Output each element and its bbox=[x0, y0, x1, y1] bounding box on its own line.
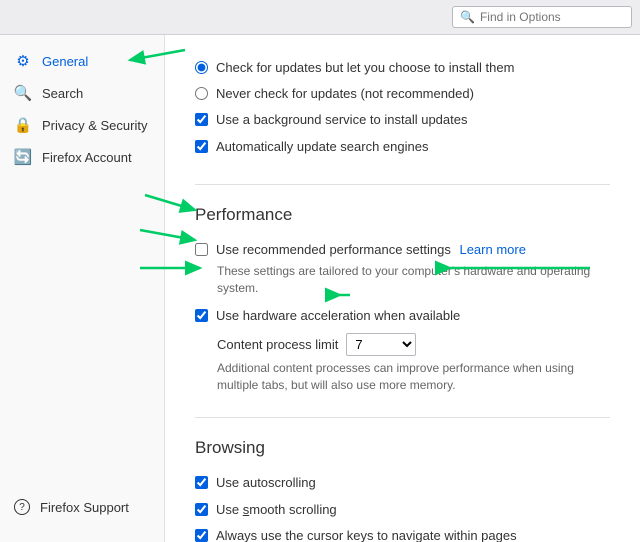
sidebar-item-support-label: Firefox Support bbox=[40, 500, 129, 515]
option-row-cursor-keys: Always use the cursor keys to navigate w… bbox=[195, 523, 610, 542]
option-row-smooth-scroll: Use smooth scrolling bbox=[195, 497, 610, 523]
sidebar-item-privacy[interactable]: 🔒 Privacy & Security bbox=[0, 109, 164, 141]
performance-section-title: Performance bbox=[195, 205, 610, 225]
option-row-update-never: Never check for updates (not recommended… bbox=[195, 81, 610, 107]
autoscroll-checkbox[interactable] bbox=[195, 476, 208, 489]
account-icon: 🔄 bbox=[14, 148, 32, 166]
smooth-scroll-checkbox[interactable] bbox=[195, 503, 208, 516]
update-background-checkbox[interactable] bbox=[195, 113, 208, 126]
update-never-label: Never check for updates (not recommended… bbox=[216, 85, 474, 103]
updates-section: Check for updates but let you choose to … bbox=[195, 55, 610, 160]
recommended-desc: These settings are tailored to your comp… bbox=[217, 263, 610, 297]
find-in-options-input[interactable] bbox=[480, 10, 624, 24]
hardware-accel-label: Use hardware acceleration when available bbox=[216, 307, 460, 325]
cursor-keys-checkbox[interactable] bbox=[195, 529, 208, 542]
lock-icon: 🔒 bbox=[14, 116, 32, 134]
divider-browsing bbox=[195, 417, 610, 418]
content-area: Check for updates but let you choose to … bbox=[165, 35, 640, 542]
recommended-settings-label: Use recommended performance settings Lea… bbox=[216, 241, 526, 259]
update-search-label: Automatically update search engines bbox=[216, 138, 428, 156]
sidebar-item-general[interactable]: ⚙ General bbox=[0, 45, 164, 77]
sidebar-item-general-label: General bbox=[42, 54, 88, 69]
sidebar-item-support[interactable]: ? Firefox Support bbox=[0, 492, 164, 522]
option-row-update-check: Check for updates but let you choose to … bbox=[195, 55, 610, 81]
update-check-radio[interactable] bbox=[195, 61, 208, 74]
gear-icon: ⚙ bbox=[14, 52, 32, 70]
browsing-section-title: Browsing bbox=[195, 438, 610, 458]
sidebar-item-account-label: Firefox Account bbox=[42, 150, 132, 165]
option-row-update-background: Use a background service to install upda… bbox=[195, 107, 610, 133]
support-icon: ? bbox=[14, 499, 30, 515]
sidebar: ⚙ General 🔍 Search 🔒 Privacy & Security … bbox=[0, 35, 165, 542]
sidebar-item-privacy-label: Privacy & Security bbox=[42, 118, 147, 133]
option-row-recommended: Use recommended performance settings Lea… bbox=[195, 237, 610, 263]
option-row-update-search: Automatically update search engines bbox=[195, 134, 610, 160]
update-background-label: Use a background service to install upda… bbox=[216, 111, 467, 129]
smooth-scroll-label: Use smooth scrolling bbox=[216, 501, 337, 519]
main-layout: ⚙ General 🔍 Search 🔒 Privacy & Security … bbox=[0, 35, 640, 542]
sidebar-item-search-label: Search bbox=[42, 86, 83, 101]
divider-performance bbox=[195, 184, 610, 185]
process-limit-row: Content process limit 1 2 3 4 5 6 7 8 bbox=[217, 333, 610, 356]
performance-section: Performance Use recommended performance … bbox=[195, 205, 610, 394]
update-check-label: Check for updates but let you choose to … bbox=[216, 59, 514, 77]
process-limit-label: Content process limit bbox=[217, 337, 338, 352]
option-row-hardware-accel: Use hardware acceleration when available bbox=[195, 303, 610, 329]
top-bar: 🔍 bbox=[0, 0, 640, 35]
sidebar-item-account[interactable]: 🔄 Firefox Account bbox=[0, 141, 164, 173]
recommended-settings-checkbox[interactable] bbox=[195, 243, 208, 256]
browsing-section: Browsing Use autoscrolling Use smooth sc… bbox=[195, 438, 610, 542]
option-row-autoscroll: Use autoscrolling bbox=[195, 470, 610, 496]
sidebar-item-search[interactable]: 🔍 Search bbox=[0, 77, 164, 109]
update-search-checkbox[interactable] bbox=[195, 140, 208, 153]
search-icon: 🔍 bbox=[14, 84, 32, 102]
find-icon: 🔍 bbox=[460, 10, 475, 24]
process-note: Additional content processes can improve… bbox=[217, 360, 610, 394]
learn-more-link[interactable]: Learn more bbox=[459, 242, 525, 257]
update-never-radio[interactable] bbox=[195, 87, 208, 100]
hardware-accel-checkbox[interactable] bbox=[195, 309, 208, 322]
find-in-options-box[interactable]: 🔍 bbox=[452, 6, 632, 28]
autoscroll-label: Use autoscrolling bbox=[216, 474, 316, 492]
cursor-keys-label: Always use the cursor keys to navigate w… bbox=[216, 527, 517, 542]
sidebar-bottom: ? Firefox Support bbox=[0, 492, 164, 532]
process-limit-select[interactable]: 1 2 3 4 5 6 7 8 bbox=[346, 333, 416, 356]
